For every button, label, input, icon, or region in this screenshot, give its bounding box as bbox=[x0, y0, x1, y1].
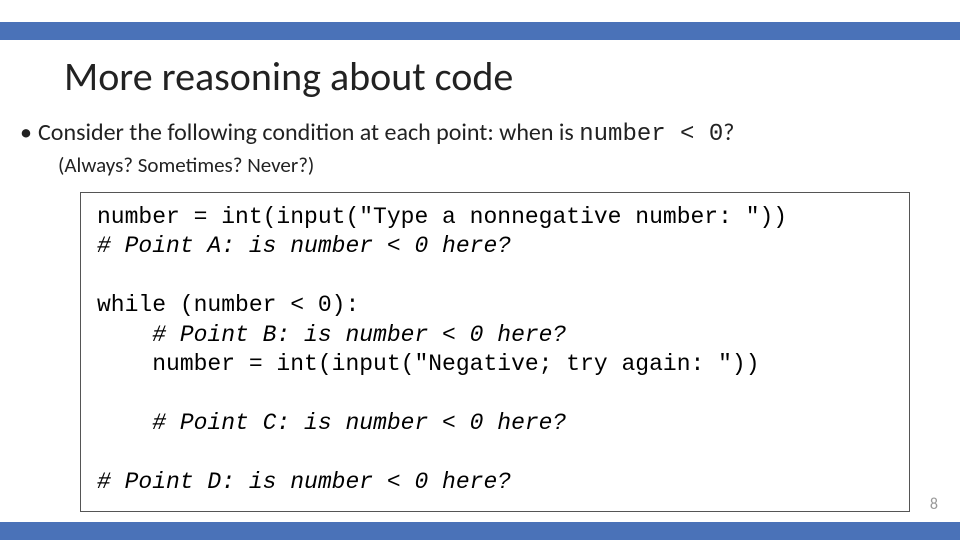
code-line-reassign: number = int(input("Negative; try again:… bbox=[97, 351, 760, 377]
page-number: 8 bbox=[930, 495, 938, 514]
bullet-tail: ? bbox=[723, 118, 734, 147]
code-comment-b: # Point B: is number < 0 here? bbox=[97, 322, 566, 348]
code-block: number = int(input("Type a nonnegative n… bbox=[80, 192, 910, 512]
bullet-code: number < 0 bbox=[579, 121, 723, 148]
code-line-while: while (number < 0): bbox=[97, 292, 359, 318]
slide-title: More reasoning about code bbox=[64, 52, 513, 101]
code-line-1: number = int(input("Type a nonnegative n… bbox=[97, 204, 787, 230]
bullet-main: •Consider the following condition at eac… bbox=[20, 118, 940, 148]
slide: More reasoning about code •Consider the … bbox=[0, 0, 960, 540]
code-comment-a: # Point A: is number < 0 here? bbox=[97, 233, 511, 259]
footer-band bbox=[0, 522, 960, 540]
code-comment-c: # Point C: is number < 0 here? bbox=[97, 410, 566, 436]
bullet-subnote: (Always? Sometimes? Never?) bbox=[58, 152, 940, 178]
slide-body: •Consider the following condition at eac… bbox=[20, 118, 940, 512]
header-band bbox=[0, 22, 960, 40]
bullet-marker-icon: • bbox=[20, 118, 38, 147]
code-comment-d: # Point D: is number < 0 here? bbox=[97, 469, 511, 495]
bullet-lead: Consider the following condition at each… bbox=[38, 118, 579, 147]
